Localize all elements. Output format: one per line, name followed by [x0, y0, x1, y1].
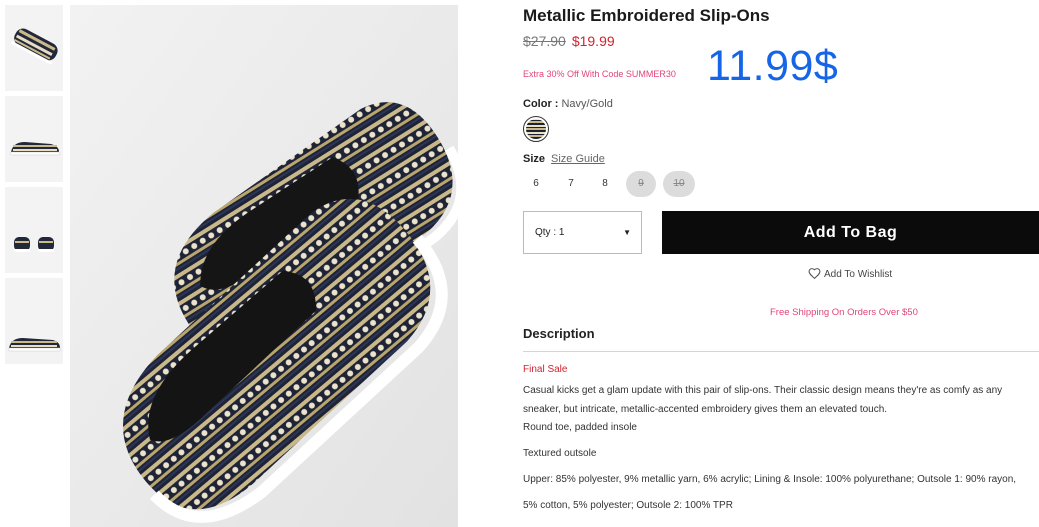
size-header: Size Size Guide [523, 153, 605, 165]
free-shipping-text: Free Shipping On Orders Over $50 [770, 307, 918, 318]
color-value: Navy/Gold [561, 98, 613, 110]
quantity-value: Qty : 1 [535, 227, 565, 238]
chevron-down-icon: ▼ [623, 228, 631, 237]
original-price: $27.90 [523, 33, 566, 49]
size-option-8[interactable]: 8 [590, 171, 620, 197]
heart-icon [808, 268, 821, 280]
color-swatch-navy-gold[interactable] [523, 116, 549, 142]
price-row: $27.90 $19.99 [523, 33, 615, 49]
thumbnail-2[interactable] [5, 96, 63, 182]
quantity-select[interactable]: Qty : 1 ▼ [523, 211, 642, 254]
promo-code-text: Extra 30% Off With Code SUMMER30 [523, 69, 676, 79]
color-label: Color : Navy/Gold [523, 98, 613, 110]
final-sale-label: Final Sale [523, 364, 568, 375]
product-title: Metallic Embroidered Slip-Ons [523, 6, 770, 25]
swatch-pattern [526, 119, 546, 139]
main-product-image[interactable] [70, 5, 458, 527]
size-option-7[interactable]: 7 [556, 171, 586, 197]
thumbnail-3[interactable] [5, 187, 63, 273]
wishlist-label: Add To Wishlist [824, 269, 893, 280]
description-summary: Casual kicks get a glam update with this… [523, 385, 1003, 415]
divider [523, 351, 1039, 352]
size-option-10[interactable]: 10 [663, 171, 695, 197]
thumbnail-list [5, 5, 63, 369]
feature-round-toe: Round toe, padded insole [523, 422, 637, 433]
description-heading: Description [523, 326, 595, 341]
size-label: Size [523, 153, 546, 165]
size-option-6[interactable]: 6 [521, 171, 551, 197]
overlay-price-annotation: 11.99$ [707, 42, 839, 90]
thumbnail-1[interactable] [5, 5, 63, 91]
thumbnail-4[interactable] [5, 278, 63, 364]
feature-outsole: Textured outsole [523, 448, 597, 459]
add-to-wishlist-link[interactable]: Add To Wishlist [808, 267, 892, 280]
sale-price: $19.99 [571, 33, 615, 49]
materials-text: Upper: 85% polyester, 9% metallic yarn, … [523, 474, 1017, 511]
size-guide-link[interactable]: Size Guide [551, 153, 605, 165]
add-to-bag-button[interactable]: Add To Bag [662, 211, 1039, 254]
size-option-9[interactable]: 9 [626, 171, 656, 197]
color-label-text: Color : [523, 98, 559, 110]
